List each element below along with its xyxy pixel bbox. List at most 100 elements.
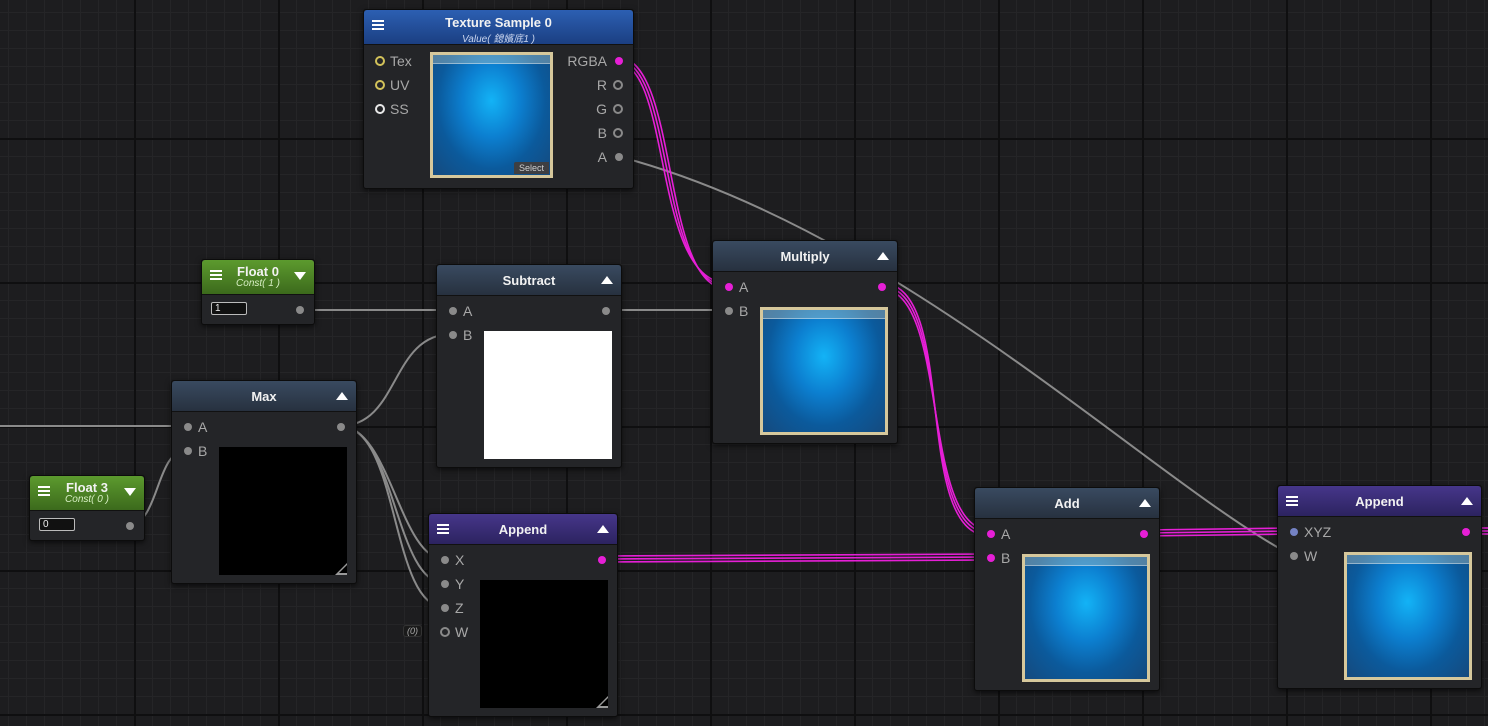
output-port[interactable] [126,522,134,530]
output-label: RGBA [567,53,607,69]
input-label: B [198,443,208,459]
append-xyzw-node[interactable]: Append X Y Z W [428,513,618,717]
value-field[interactable]: 0 [39,518,75,531]
input-label: X [455,552,465,568]
max-node[interactable]: Max A B [171,380,357,584]
output-port[interactable] [1462,528,1470,536]
append-xyz-w-node[interactable]: Append XYZ W [1277,485,1482,689]
collapse-icon[interactable] [597,525,609,533]
node-header[interactable]: Append [1278,486,1481,517]
input-label: Tex [390,53,412,69]
output-port[interactable] [598,556,606,564]
node-header[interactable]: Append [429,514,617,545]
input-label: W [1304,548,1318,564]
output-label: A [597,149,607,165]
input-port-uv[interactable] [375,80,385,90]
preview-swatch [760,307,888,435]
input-port-tex[interactable] [375,56,385,66]
node-header[interactable]: Multiply [713,241,897,272]
preview-swatch [480,580,608,708]
preview-swatch [1022,554,1150,682]
input-label: Y [455,576,465,592]
output-label: R [596,77,607,93]
input-label: B [739,303,749,319]
output-port-b[interactable] [613,128,623,138]
input-label: Z [455,600,464,616]
wire-append-to-add-b [600,553,991,557]
input-label: B [463,327,473,343]
input-port-a[interactable] [725,283,733,291]
resize-handle-icon[interactable] [596,696,608,708]
node-header[interactable]: Texture Sample 0 Value( 鎴嬪底1 ) [364,10,633,45]
output-port-g[interactable] [613,104,623,114]
input-port-a[interactable] [449,307,457,315]
float3-node[interactable]: Float 3 Const( 0 ) 0 [29,475,145,541]
chevron-down-icon[interactable] [124,488,136,496]
output-port[interactable] [602,307,610,315]
w-default-value[interactable]: (0) [403,625,422,637]
node-header[interactable]: Max [172,381,356,412]
input-port-a[interactable] [184,423,192,431]
collapse-icon[interactable] [877,252,889,260]
float0-node[interactable]: Float 0 Const( 1 ) 1 [201,259,315,325]
node-title: Add [1054,496,1080,511]
input-port-w[interactable] [440,627,450,637]
input-label: A [1001,526,1011,542]
collapse-icon[interactable] [1139,499,1151,507]
input-label: A [463,303,473,319]
node-title: Multiply [780,249,830,264]
input-port-b[interactable] [184,447,192,455]
input-label: SS [390,101,409,117]
select-button[interactable]: Select [513,162,549,174]
output-label: B [597,125,607,141]
value-field[interactable]: 1 [211,302,247,315]
texture-preview[interactable]: Select [430,52,553,178]
input-port-xyz[interactable] [1290,528,1298,536]
output-port-r[interactable] [613,80,623,90]
input-label: A [739,279,749,295]
input-label: W [455,624,469,640]
texture-sample-node[interactable]: Texture Sample 0 Value( 鎴嬪底1 ) Tex UV SS… [363,9,634,189]
node-title: Subtract [502,273,556,288]
subtract-node[interactable]: Subtract A B [436,264,622,468]
input-port-b[interactable] [725,307,733,315]
preview-swatch [484,331,612,459]
output-port[interactable] [337,423,345,431]
node-title: Max [251,389,277,404]
input-port-w[interactable] [1290,552,1298,560]
output-port-a[interactable] [615,153,623,161]
multiply-node[interactable]: Multiply A B [712,240,898,444]
input-port-z[interactable] [441,604,449,612]
add-node[interactable]: Add A B [974,487,1160,691]
output-port[interactable] [1140,530,1148,538]
node-header[interactable]: Add [975,488,1159,519]
preview-swatch [1344,552,1472,680]
wire-add-to-append-xyz [1142,527,1294,531]
collapse-icon[interactable] [1461,497,1473,505]
chevron-down-icon[interactable] [294,272,306,280]
input-label: A [198,419,208,435]
node-title: Texture Sample 0 [445,15,552,30]
node-header[interactable]: Float 3 Const( 0 ) [30,476,144,511]
input-port-b[interactable] [449,331,457,339]
node-subtitle: Value( 鎴嬪底1 ) [462,34,535,45]
input-label: B [1001,550,1011,566]
input-port-b[interactable] [987,554,995,562]
node-title: Append [1355,494,1404,509]
output-port-rgba[interactable] [615,57,623,65]
input-port-x[interactable] [441,556,449,564]
output-port[interactable] [878,283,886,291]
input-label: UV [390,77,410,93]
node-header[interactable]: Float 0 Const( 1 ) [202,260,314,295]
input-port-ss[interactable] [375,104,385,114]
node-title: Append [498,522,548,537]
input-label: XYZ [1304,524,1332,540]
node-header[interactable]: Subtract [437,265,621,296]
output-port[interactable] [296,306,304,314]
input-port-a[interactable] [987,530,995,538]
input-port-y[interactable] [441,580,449,588]
collapse-icon[interactable] [601,276,613,284]
resize-handle-icon[interactable] [335,563,347,575]
preview-swatch [219,447,347,575]
collapse-icon[interactable] [336,392,348,400]
